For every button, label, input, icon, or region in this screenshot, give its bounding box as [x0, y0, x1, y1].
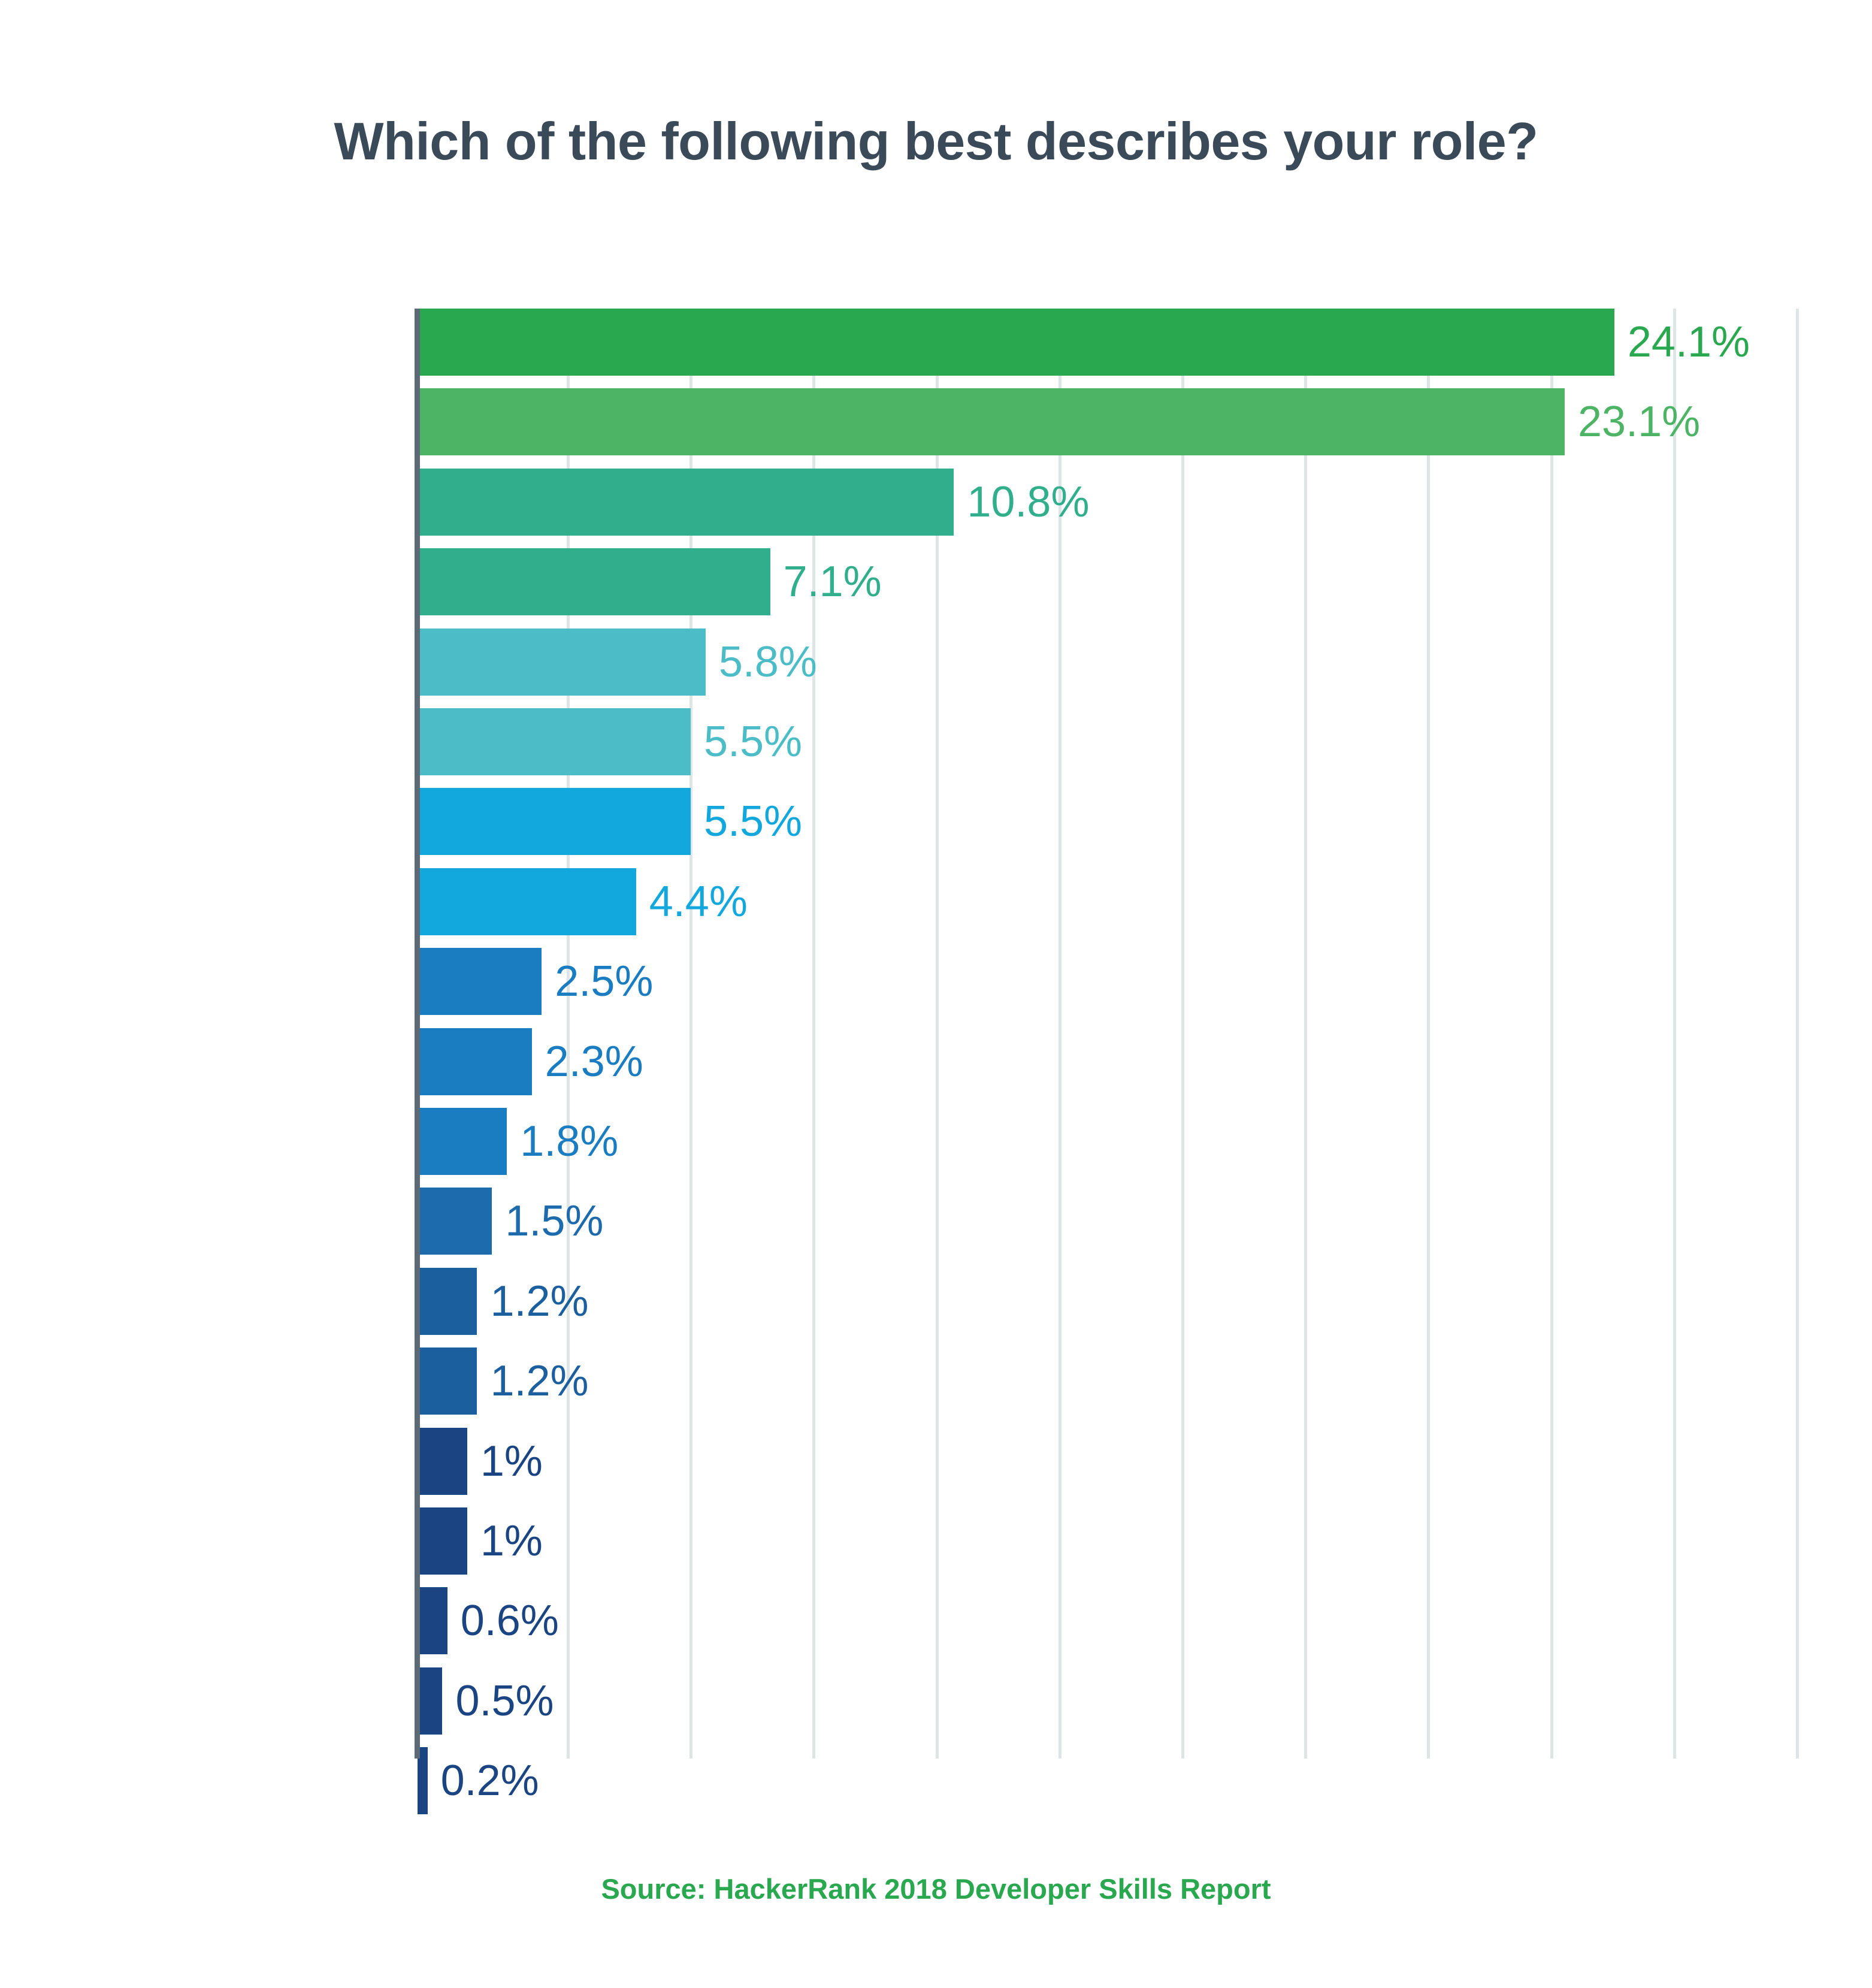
bar-value-label: 1% [480, 1437, 543, 1485]
bar[interactable] [418, 1348, 477, 1415]
bar[interactable] [418, 1507, 467, 1575]
chart-figure: Which of the following best describes yo… [0, 0, 1872, 1988]
gridline [1181, 309, 1184, 1759]
bar[interactable] [418, 388, 1565, 456]
bar[interactable] [418, 309, 1614, 376]
bar[interactable] [418, 548, 770, 616]
bar[interactable] [418, 628, 706, 696]
bar-value-label: 2.5% [555, 957, 654, 1006]
plot-area: Full-stack Developer24.1%Software Engine… [0, 0, 1872, 1988]
bar[interactable] [418, 1587, 447, 1655]
category-axis-spine [415, 309, 420, 1759]
source-note: Source: HackerRank 2018 Developer Skills… [601, 1873, 1271, 1905]
gridline [1550, 309, 1553, 1759]
bar-value-label: 1% [480, 1517, 543, 1565]
bar-value-label: 5.5% [703, 718, 803, 766]
bar-value-label: 1.5% [505, 1197, 604, 1246]
bar[interactable] [418, 1108, 507, 1175]
bar-value-label: 0.2% [440, 1757, 539, 1805]
bar[interactable] [418, 468, 954, 536]
gridline [1796, 309, 1799, 1759]
bar-value-label: 1.2% [490, 1357, 589, 1406]
bar[interactable] [418, 868, 636, 935]
bar-value-label: 24.1% [1627, 318, 1750, 366]
bar[interactable] [418, 948, 542, 1016]
bar-value-label: 2.3% [545, 1037, 643, 1086]
bar-value-label: 0.5% [455, 1676, 554, 1725]
bar[interactable] [418, 1028, 532, 1095]
bar-value-label: 1.2% [490, 1277, 589, 1325]
gridline [1673, 309, 1676, 1759]
gridline [1427, 309, 1431, 1759]
gridline [1304, 309, 1308, 1759]
bar[interactable] [418, 788, 691, 856]
bar-value-label: 5.5% [703, 797, 803, 846]
bar-value-label: 5.8% [718, 638, 817, 686]
bar-value-label: 1.8% [520, 1117, 619, 1165]
bar[interactable] [418, 1427, 467, 1495]
bar[interactable] [418, 1667, 443, 1735]
bar[interactable] [418, 1267, 477, 1335]
bar-value-label: 0.6% [460, 1597, 559, 1645]
bar[interactable] [418, 1188, 492, 1255]
bar-value-label: 10.8% [967, 478, 1090, 526]
bar-value-label: 23.1% [1577, 398, 1701, 446]
bar[interactable] [418, 708, 691, 775]
bar-value-label: 7.1% [783, 558, 882, 606]
bar-value-label: 4.4% [649, 877, 748, 926]
